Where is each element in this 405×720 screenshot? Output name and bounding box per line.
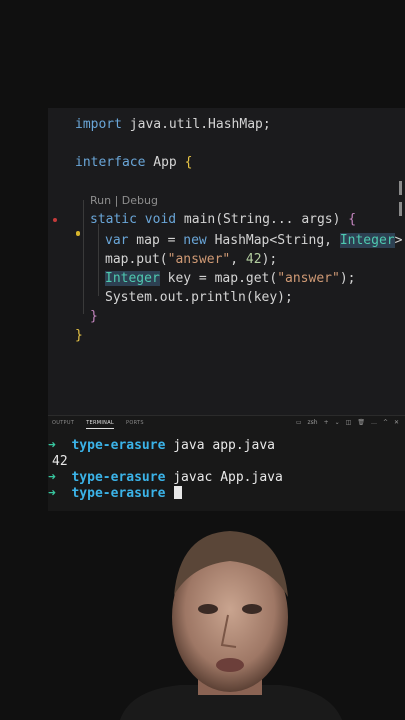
terminal-line-3[interactable]: ➜ type-erasure xyxy=(48,486,183,502)
type-highlight: Integer xyxy=(105,271,160,286)
left-eye xyxy=(198,604,218,614)
string-literal: "answer" xyxy=(277,271,340,286)
presenter-video xyxy=(120,531,342,720)
tab-terminal[interactable]: TERMINAL xyxy=(86,420,115,429)
code-line-put[interactable]: map.put("answer", 42); xyxy=(105,251,277,269)
prompt-cwd: type-erasure xyxy=(71,438,166,453)
terminal-panel: OUTPUT TERMINAL PORTS ▭ zsh + ⌄ ◫ 🗑 … ^ … xyxy=(48,415,405,511)
code-text: main(String... args) xyxy=(176,212,349,227)
code-line-var[interactable]: var map = new HashMap<String, Integer> xyxy=(105,232,402,250)
panel-actions: ▭ zsh + ⌄ ◫ 🗑 … ^ ✕ xyxy=(296,419,399,426)
scrollbar-marker[interactable] xyxy=(399,181,402,195)
code-text: java.util.HashMap; xyxy=(121,117,271,132)
keyword: static void xyxy=(90,212,177,227)
maximize-icon[interactable]: ^ xyxy=(383,419,388,426)
brace: { xyxy=(184,155,193,170)
terminal-line-2: ➜ type-erasure javac App.java xyxy=(48,470,283,486)
indent-guide xyxy=(83,200,84,314)
prompt-cwd: type-erasure xyxy=(71,486,166,501)
keyword: new xyxy=(183,233,207,248)
code-text: > xyxy=(394,233,403,248)
terminal-icon: ▭ xyxy=(295,419,302,426)
code-text: App xyxy=(145,155,185,170)
code-text: System.out.println(key); xyxy=(105,290,293,305)
codelens-run-debug[interactable]: Run | Debug xyxy=(90,194,158,207)
text-cursor xyxy=(174,486,183,499)
prompt-cwd: type-erasure xyxy=(71,470,166,485)
code-text: map = xyxy=(128,233,184,248)
indent-guide xyxy=(98,224,99,296)
trash-icon[interactable]: 🗑 xyxy=(357,419,365,426)
code-line-print[interactable]: System.out.println(key); xyxy=(105,289,293,307)
scrollbar-marker[interactable] xyxy=(399,202,402,216)
brace: { xyxy=(348,212,357,227)
code-text: ); xyxy=(261,252,278,267)
code-line-close-main[interactable]: } xyxy=(90,308,98,326)
code-text: HashMap<String, xyxy=(206,233,340,248)
code-line-interface[interactable]: interface App { xyxy=(75,154,192,172)
code-text: key = map.get( xyxy=(159,271,278,286)
string-literal: "answer" xyxy=(167,252,231,267)
keyword: import xyxy=(75,117,122,132)
code-line-close-interface[interactable]: } xyxy=(75,327,83,345)
terminal-output: 42 xyxy=(52,454,68,469)
code-line-main[interactable]: static void main(String... args) { xyxy=(90,211,356,229)
type-highlight: Integer xyxy=(339,233,395,248)
code-line-get[interactable]: Integer key = map.get("answer"); xyxy=(105,270,355,288)
more-icon[interactable]: … xyxy=(371,419,377,426)
lightbulb-icon[interactable] xyxy=(76,231,80,236)
prompt-arrow-icon: ➜ xyxy=(48,438,56,453)
command-text: java app.java xyxy=(173,438,275,453)
prompt-arrow-icon: ➜ xyxy=(48,470,56,485)
chevron-down-icon[interactable]: ⌄ xyxy=(335,419,340,426)
code-editor[interactable]: import java.util.HashMap; interface App … xyxy=(48,108,405,415)
right-eye xyxy=(242,604,262,614)
code-line-import[interactable]: import java.util.HashMap; xyxy=(75,116,271,134)
new-terminal-button[interactable]: + xyxy=(324,419,329,426)
tab-output[interactable]: OUTPUT xyxy=(52,420,74,429)
shell-label[interactable]: zsh xyxy=(308,419,318,426)
breakpoint-icon[interactable] xyxy=(53,218,57,222)
number-literal: 42 xyxy=(245,252,262,267)
tab-ports[interactable]: PORTS xyxy=(126,420,144,429)
code-text: , xyxy=(230,252,246,267)
keyword: var xyxy=(105,233,129,248)
split-terminal-icon[interactable]: ◫ xyxy=(346,419,352,426)
close-icon[interactable]: ✕ xyxy=(394,419,399,426)
mouth xyxy=(216,658,244,672)
code-text: map.put( xyxy=(105,252,168,267)
terminal-line-1: ➜ type-erasure java app.java xyxy=(48,438,275,454)
keyword: interface xyxy=(75,155,146,170)
panel-tabs: OUTPUT TERMINAL PORTS xyxy=(52,420,144,429)
command-text: javac App.java xyxy=(173,470,283,485)
prompt-arrow-icon: ➜ xyxy=(48,486,56,501)
code-text: ); xyxy=(339,271,356,286)
